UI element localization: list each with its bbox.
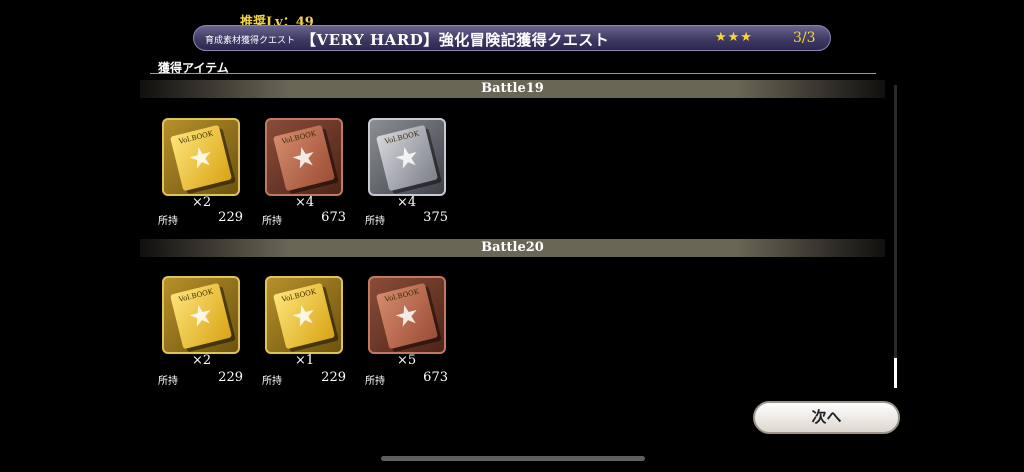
owned-label: 所持 bbox=[158, 376, 178, 387]
next-button[interactable]: 次へ bbox=[753, 401, 900, 434]
reward-item[interactable]: Vol.BOOK ★ bbox=[265, 276, 343, 354]
item-quantity: ×4 bbox=[397, 195, 417, 210]
owned-count: 375 bbox=[423, 210, 448, 225]
item-quantity: ×2 bbox=[192, 195, 212, 210]
bronze-book-icon: Vol.BOOK ★ bbox=[375, 282, 439, 350]
reward-item[interactable]: Vol.BOOK ★ bbox=[265, 118, 343, 196]
owned-count: 229 bbox=[218, 210, 243, 225]
section-divider bbox=[150, 73, 876, 74]
quest-count: 3/3 bbox=[793, 30, 816, 46]
owned-count: 229 bbox=[218, 370, 243, 385]
reward-item[interactable]: Vol.BOOK ★ bbox=[162, 118, 240, 196]
item-quantity: ×4 bbox=[295, 195, 315, 210]
item-quantity: ×5 bbox=[397, 353, 417, 368]
owned-label: 所持 bbox=[365, 216, 385, 227]
item-quantity: ×2 bbox=[192, 353, 212, 368]
difficulty-stars: ★★★ bbox=[715, 30, 753, 45]
owned-label: 所持 bbox=[158, 216, 178, 227]
owned-label: 所持 bbox=[262, 216, 282, 227]
owned-count: 229 bbox=[321, 370, 346, 385]
gold-book-icon: Vol.BOOK ★ bbox=[272, 282, 336, 350]
battle-header: Battle20 bbox=[140, 239, 885, 257]
quest-title: 【VERY HARD】強化冒険記獲得クエスト bbox=[301, 31, 610, 49]
gold-book-icon: Vol.BOOK ★ bbox=[169, 124, 233, 192]
quest-title-bar: 育成素材獲得クエスト 【VERY HARD】強化冒険記獲得クエスト ★★★ 3/… bbox=[193, 25, 831, 51]
scrollbar-track[interactable] bbox=[894, 85, 897, 388]
owned-label: 所持 bbox=[262, 376, 282, 387]
owned-count: 673 bbox=[321, 210, 346, 225]
owned-count: 673 bbox=[423, 370, 448, 385]
next-button-label: 次へ bbox=[811, 408, 842, 426]
reward-item[interactable]: Vol.BOOK ★ bbox=[162, 276, 240, 354]
battle-header: Battle19 bbox=[140, 80, 885, 98]
battle-title: Battle20 bbox=[481, 240, 544, 255]
reward-item[interactable]: Vol.BOOK ★ bbox=[368, 276, 446, 354]
scrollbar-thumb[interactable] bbox=[894, 358, 897, 388]
owned-label: 所持 bbox=[365, 376, 385, 387]
quest-subtitle: 育成素材獲得クエスト bbox=[205, 36, 296, 46]
reward-item[interactable]: Vol.BOOK ★ bbox=[368, 118, 446, 196]
home-indicator[interactable] bbox=[381, 456, 645, 461]
battle-title: Battle19 bbox=[481, 81, 544, 96]
bronze-book-icon: Vol.BOOK ★ bbox=[272, 124, 336, 192]
gold-book-icon: Vol.BOOK ★ bbox=[169, 282, 233, 350]
silver-book-icon: Vol.BOOK ★ bbox=[375, 124, 439, 192]
item-quantity: ×1 bbox=[295, 353, 315, 368]
